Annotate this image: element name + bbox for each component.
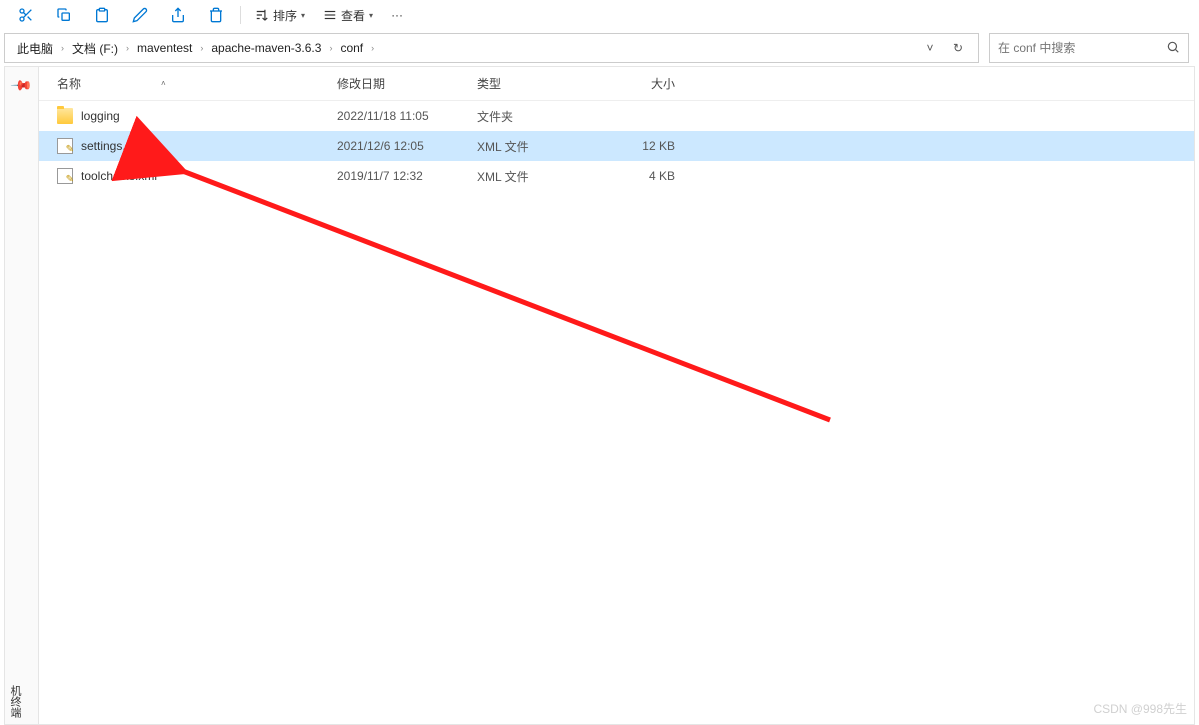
folder-icon [57,108,73,124]
col-header-size[interactable]: 大小 [597,75,687,92]
chevron-down-icon: ▾ [369,11,373,20]
file-row[interactable]: settings.xml 2021/12/6 12:05XML 文件12 KB [39,131,1194,161]
sort-button[interactable]: 排序 ▾ [247,1,313,29]
view-label: 查看 [341,7,365,24]
file-name: toolchains.xml [81,169,157,183]
chevron-down-icon: ▾ [301,11,305,20]
bc-drive[interactable]: 文档 (F:) [68,34,122,62]
col-header-name[interactable]: 名称 ˄ [57,75,337,92]
bc-folder[interactable]: apache-maven-3.6.3 [207,34,325,62]
file-type: XML 文件 [477,138,597,155]
xml-file-icon [57,138,73,154]
bc-this-pc[interactable]: 此电脑 [13,34,57,62]
rename-button[interactable] [122,1,158,29]
view-button[interactable]: 查看 ▾ [315,1,381,29]
column-header: 名称 ˄ 修改日期 类型 大小 [39,67,1194,101]
file-name: logging [81,109,120,123]
bc-folder-current[interactable]: conf [336,34,367,62]
file-pane: 名称 ˄ 修改日期 类型 大小 logging 2022/11/18 11:05文… [39,67,1194,724]
delete-button[interactable] [198,1,234,29]
chevron-right-icon: › [367,43,378,53]
sort-indicator-icon: ˄ [161,79,166,88]
watermark: CSDN @998先生 [1093,700,1187,717]
copy-button[interactable] [46,1,82,29]
pin-icon[interactable]: 📌 [9,73,33,97]
file-date: 2019/11/7 12:32 [337,169,477,183]
sidebar-gutter: 📌 机终端 [5,67,39,724]
terminal-label: 机终端 [7,685,23,718]
file-date: 2022/11/18 11:05 [337,109,477,123]
breadcrumb-dropdown[interactable]: ˅ [916,34,944,62]
file-type: XML 文件 [477,168,597,185]
sort-label: 排序 [273,7,297,24]
refresh-icon: ↻ [953,41,963,55]
file-name-cell: settings.xml [57,138,337,154]
breadcrumb[interactable]: 此电脑 › 文档 (F:) › maventest › apache-maven… [4,33,979,63]
content-area: 📌 机终端 名称 ˄ 修改日期 类型 大小 logging 2022/11/18 … [4,66,1195,725]
file-date: 2021/12/6 12:05 [337,139,477,153]
file-type: 文件夹 [477,108,597,125]
file-name-cell: logging [57,108,337,124]
sort-icon [255,8,269,22]
toolbar: 排序 ▾ 查看 ▾ ··· [0,0,1199,30]
view-icon [323,8,337,22]
file-row[interactable]: logging 2022/11/18 11:05文件夹 [39,101,1194,131]
refresh-button[interactable]: ↻ [944,34,972,62]
bc-folder[interactable]: maventest [133,34,196,62]
search-box[interactable] [989,33,1189,63]
chevron-right-icon: › [57,43,68,53]
chevron-right-icon: › [196,43,207,53]
cut-button[interactable] [8,1,44,29]
col-header-type[interactable]: 类型 [477,75,597,92]
paste-button[interactable] [84,1,120,29]
more-icon: ··· [391,8,403,22]
nav-row: 此电脑 › 文档 (F:) › maventest › apache-maven… [0,30,1199,66]
more-button[interactable]: ··· [383,1,411,29]
chevron-right-icon: › [122,43,133,53]
toolbar-separator [240,6,241,24]
file-size: 12 KB [597,139,687,153]
file-name-cell: toolchains.xml [57,168,337,184]
file-size: 4 KB [597,169,687,183]
file-row[interactable]: toolchains.xml 2019/11/7 12:32XML 文件4 KB [39,161,1194,191]
search-icon[interactable] [1166,40,1180,57]
col-header-date[interactable]: 修改日期 [337,75,477,92]
file-name: settings.xml [81,139,144,153]
chevron-right-icon: › [325,43,336,53]
share-button[interactable] [160,1,196,29]
chevron-down-icon: ˅ [926,41,933,55]
search-input[interactable] [998,41,1166,55]
xml-file-icon [57,168,73,184]
